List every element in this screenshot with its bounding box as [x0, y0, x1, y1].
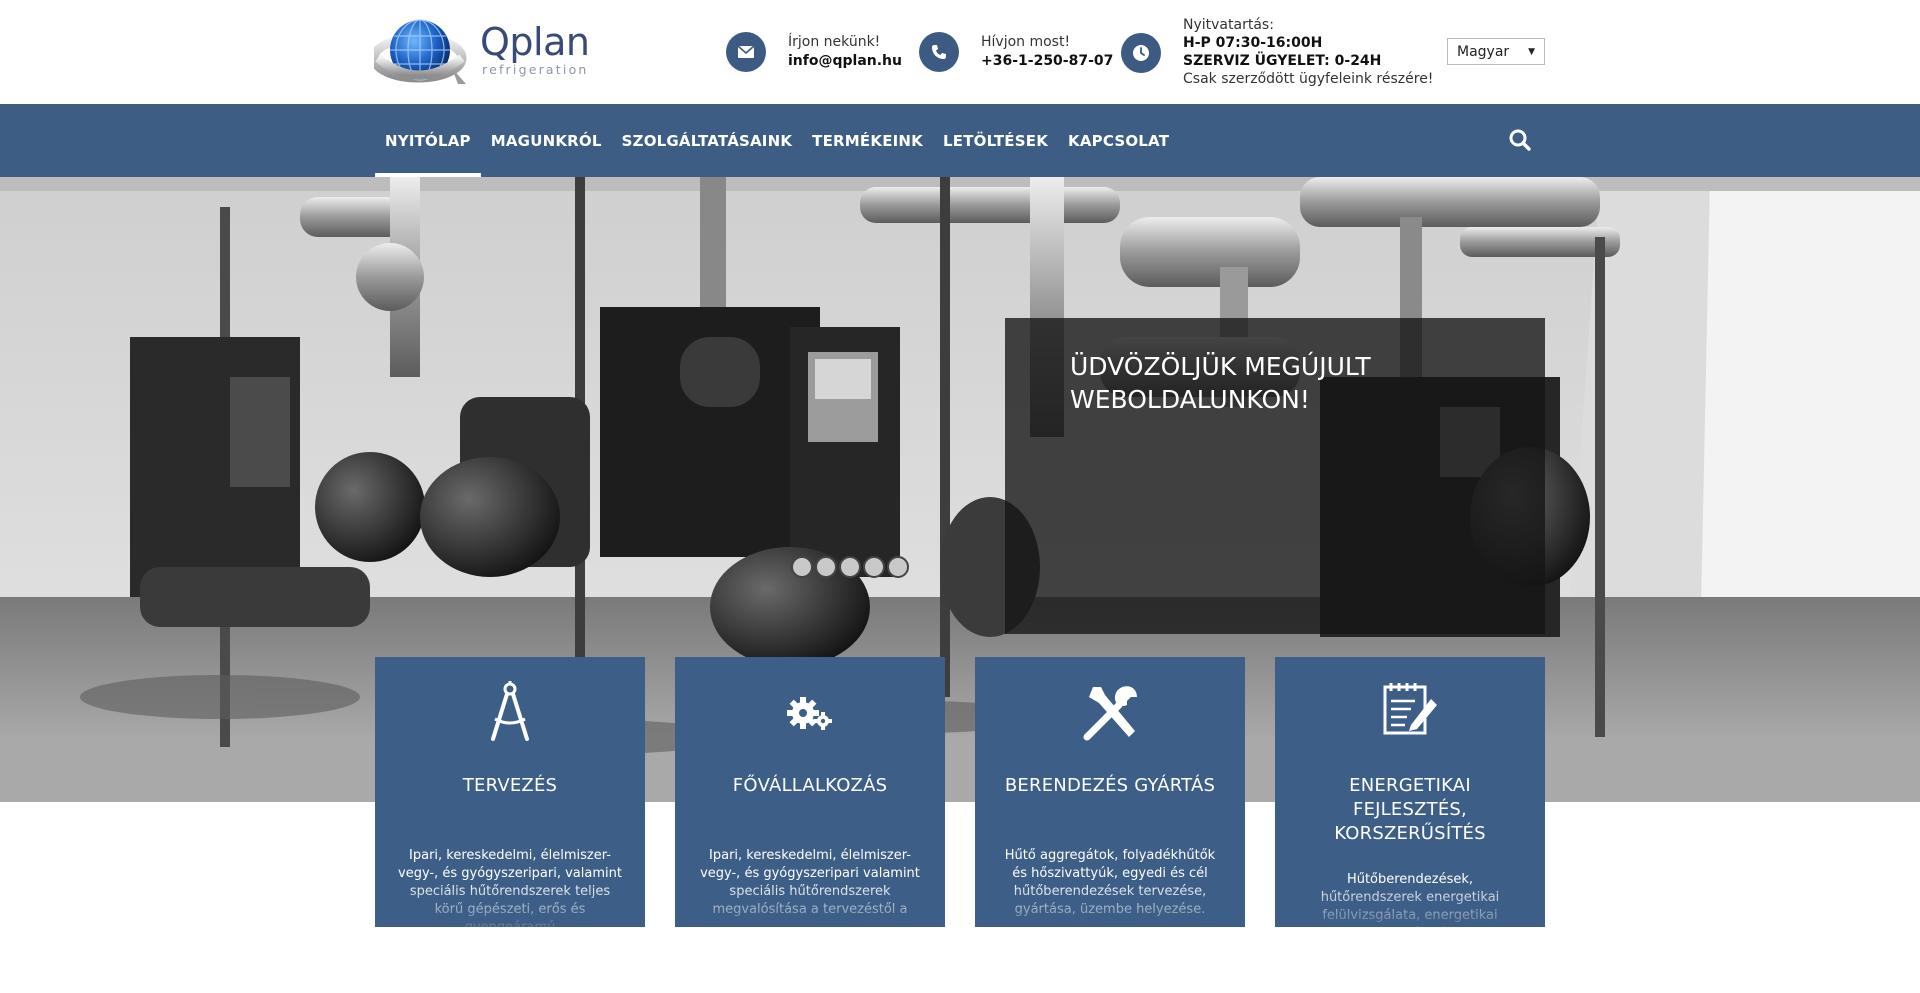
clock-icon [1121, 33, 1161, 73]
nav-item-downloads[interactable]: LETÖLTÉSEK [933, 104, 1058, 177]
envelope-icon [726, 32, 766, 72]
site-header: Qplan refrigeration Írjon nekünk! info@q… [0, 0, 1920, 104]
welcome-panel: ÜDVÖZÖLJÜK MEGÚJULT WEBOLDALUNKON! [1005, 318, 1545, 634]
logo[interactable]: Qplan refrigeration [369, 12, 594, 92]
phone-label: Hívjon most! [981, 34, 1071, 50]
globe-logo-icon [369, 12, 470, 92]
service-card-energy[interactable]: ENERGETIKAI FEJLESZTÉS, KORSZERŰSÍTÉS Hű… [1275, 657, 1545, 927]
nav-item-contact[interactable]: KAPCSOLAT [1058, 104, 1179, 177]
service-title: ENERGETIKAI FEJLESZTÉS, KORSZERŰSÍTÉS [1334, 775, 1486, 844]
tools-icon [975, 681, 1245, 743]
language-selected: Magyar [1457, 43, 1510, 60]
service-title: TERVEZÉS [462, 775, 558, 796]
service-title: BERENDEZÉS GYÁRTÁS [1004, 775, 1216, 796]
chevron-down-icon: ▼ [1528, 46, 1535, 57]
compass-icon [375, 681, 645, 743]
nav-item-home[interactable]: NYITÓLAP [375, 104, 481, 177]
brand-name: Qplan [480, 19, 590, 64]
notepad-icon [1275, 681, 1545, 743]
hero-slider: ÜDVÖZÖLJÜK MEGÚJULT WEBOLDALUNKON! [0, 177, 1920, 802]
email-label: Írjon nekünk! [788, 34, 881, 50]
search-icon[interactable] [1508, 128, 1532, 152]
service-title: FŐVÁLLALKOZÁS [732, 775, 888, 796]
contact-hours: Nyitvatartás: H-P 07:30-16:00H SZERVIZ Ü… [1121, 16, 1433, 88]
contact-email[interactable]: Írjon nekünk! info@qplan.hu [726, 32, 902, 72]
hero-image [0, 177, 1920, 802]
main-nav: NYITÓLAP MAGUNKRÓL SZOLGÁLTATÁSAINK TERM… [0, 104, 1920, 177]
gears-icon [675, 681, 945, 743]
nav-item-products[interactable]: TERMÉKEINK [802, 104, 933, 177]
hours-service: SZERVIZ ÜGYELET: 0-24H [1183, 53, 1382, 69]
service-card-general-contracting[interactable]: FŐVÁLLALKOZÁS Ipari, kereskedelmi, élelm… [675, 657, 945, 927]
hero-title: ÜDVÖZÖLJÜK MEGÚJULT WEBOLDALUNKON! [1070, 352, 1371, 414]
brand-tagline: refrigeration [482, 61, 589, 77]
hours-label: Nyitvatartás: [1183, 17, 1274, 33]
hours-weekdays: H-P 07:30-16:00H [1183, 35, 1323, 51]
language-select[interactable]: Magyar ▼ [1447, 38, 1545, 65]
nav-item-services[interactable]: SZOLGÁLTATÁSAINK [612, 104, 803, 177]
service-card-design[interactable]: TERVEZÉS Ipari, kereskedelmi, élelmiszer… [375, 657, 645, 927]
phone-value[interactable]: +36-1-250-87-07 [981, 52, 1113, 71]
hours-note: Csak szerződött ügyfeleink részére! [1183, 71, 1434, 87]
nav-item-about[interactable]: MAGUNKRÓL [481, 104, 612, 177]
phone-icon [919, 32, 959, 72]
email-value[interactable]: info@qplan.hu [788, 52, 902, 71]
contact-phone[interactable]: Hívjon most! +36-1-250-87-07 [919, 32, 1113, 72]
service-card-manufacturing[interactable]: BERENDEZÉS GYÁRTÁS Hűtő aggregátok, foly… [975, 657, 1245, 927]
